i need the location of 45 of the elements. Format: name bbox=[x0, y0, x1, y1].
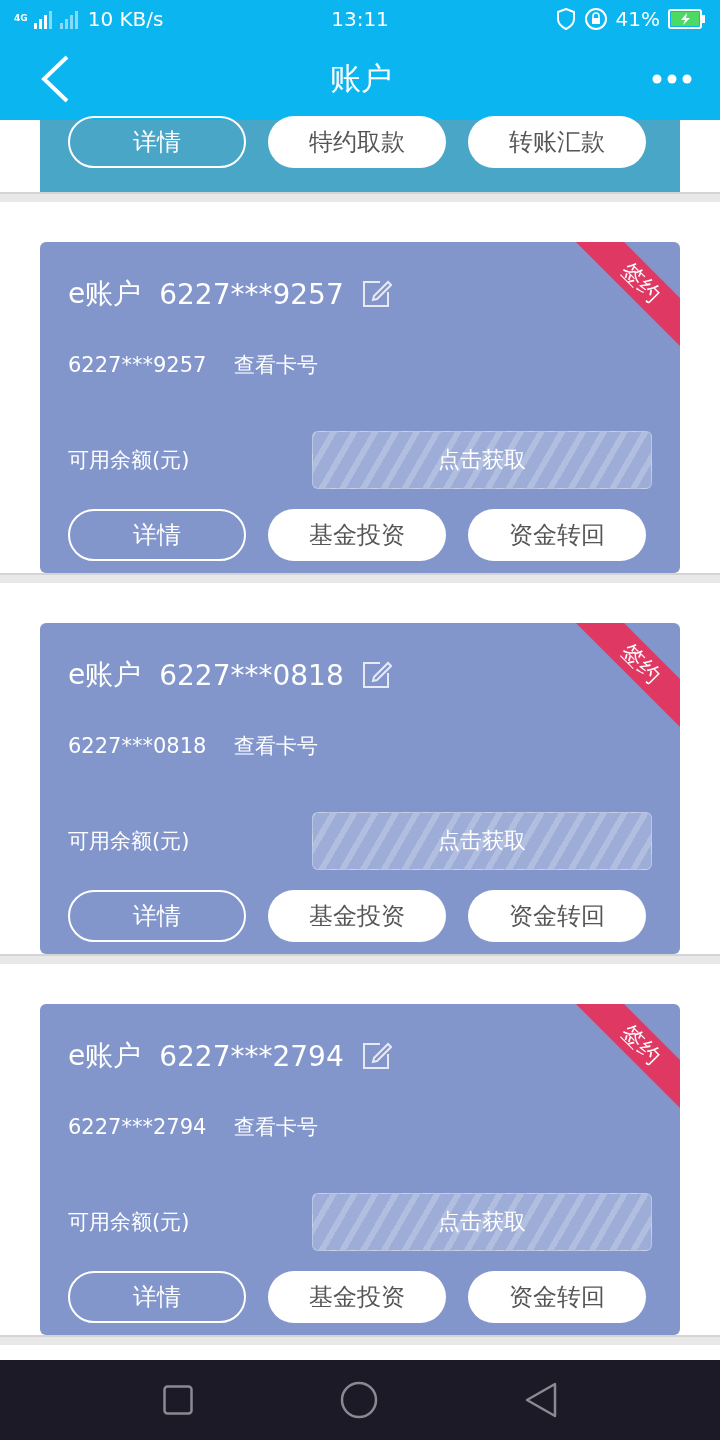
network-label: 4G bbox=[14, 13, 28, 23]
details-button[interactable]: 详情 bbox=[68, 116, 246, 168]
balance-label: 可用余额(元) bbox=[68, 447, 190, 474]
card-number: 6227***0818 bbox=[68, 734, 207, 758]
account-name: e账户 bbox=[68, 276, 142, 312]
more-icon[interactable] bbox=[652, 74, 692, 84]
fetch-balance-button[interactable]: 点击获取 bbox=[312, 1193, 652, 1251]
battery-icon bbox=[668, 9, 706, 29]
balance-label: 可用余额(元) bbox=[68, 1209, 190, 1236]
balance-label: 可用余额(元) bbox=[68, 828, 190, 855]
action-button[interactable]: 资金转回 bbox=[468, 1271, 646, 1323]
action-button[interactable]: 转账汇款 bbox=[468, 116, 646, 168]
details-button[interactable]: 详情 bbox=[68, 890, 246, 942]
view-card-number-link[interactable]: 查看卡号 bbox=[234, 351, 319, 379]
edit-icon[interactable] bbox=[361, 280, 392, 308]
home-icon[interactable] bbox=[340, 1381, 378, 1419]
page-title: 账户 bbox=[330, 59, 392, 98]
network-speed: 10 KB/s bbox=[87, 7, 164, 31]
account-name: e账户 bbox=[68, 1038, 142, 1074]
action-button[interactable]: 资金转回 bbox=[468, 509, 646, 561]
details-button[interactable]: 详情 bbox=[68, 1271, 246, 1323]
action-button[interactable]: 资金转回 bbox=[468, 890, 646, 942]
account-number: 6227***2794 bbox=[159, 1039, 344, 1073]
action-button[interactable]: 基金投资 bbox=[268, 890, 446, 942]
card-number: 6227***2794 bbox=[68, 1115, 207, 1139]
action-button[interactable]: 基金投资 bbox=[268, 1271, 446, 1323]
clock: 13:11 bbox=[331, 7, 389, 31]
battery-percent: 41% bbox=[615, 7, 660, 31]
account-name: e账户 bbox=[68, 657, 142, 693]
account-number: 6227***0818 bbox=[159, 658, 344, 692]
back-icon[interactable] bbox=[524, 1382, 557, 1418]
action-button[interactable]: 特约取款 bbox=[268, 116, 446, 168]
details-button[interactable]: 详情 bbox=[68, 509, 246, 561]
rotation-lock-icon bbox=[583, 7, 608, 31]
edit-icon[interactable] bbox=[361, 661, 392, 689]
square-icon[interactable] bbox=[163, 1385, 194, 1415]
action-button[interactable]: 基金投资 bbox=[268, 509, 446, 561]
card-number: 6227***9257 bbox=[68, 353, 207, 377]
fetch-balance-button[interactable]: 点击获取 bbox=[312, 812, 652, 870]
view-card-number-link[interactable]: 查看卡号 bbox=[234, 1113, 319, 1141]
view-card-number-link[interactable]: 查看卡号 bbox=[234, 732, 319, 760]
fetch-balance-button[interactable]: 点击获取 bbox=[312, 431, 652, 489]
account-number: 6227***9257 bbox=[159, 277, 344, 311]
edit-icon[interactable] bbox=[361, 1042, 392, 1070]
shield-icon bbox=[555, 8, 576, 30]
